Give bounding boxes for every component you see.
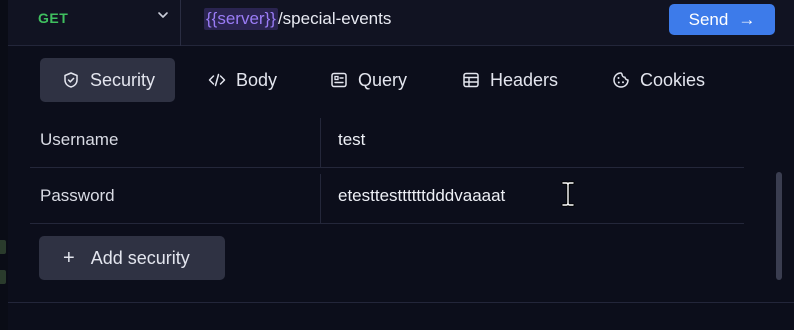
send-label: Send (688, 9, 729, 29)
text-cursor-icon (561, 181, 575, 207)
table-row: Password etesttesttttttdddvaaaat (30, 168, 744, 224)
tab-label: Security (90, 69, 156, 90)
url-variable: {{server}} (204, 8, 278, 30)
tab-body[interactable]: Body (208, 58, 277, 102)
add-security-button[interactable]: + Add security (39, 236, 225, 280)
table-icon (463, 72, 479, 88)
username-field[interactable]: test (338, 112, 365, 168)
code-icon (208, 73, 226, 87)
gutter-indicator (0, 270, 6, 284)
tab-label: Body (236, 69, 278, 90)
divider (180, 0, 181, 46)
shield-icon (64, 72, 78, 88)
query-icon (331, 72, 347, 88)
send-button[interactable]: Send → (669, 4, 775, 35)
password-field[interactable]: etesttesttttttdddvaaaat (338, 168, 505, 224)
column-divider (320, 118, 321, 168)
gutter-indicator (0, 240, 6, 254)
add-security-label: Add security (90, 247, 190, 268)
row-key[interactable]: Password (40, 168, 115, 224)
url-input[interactable]: {{server}}/special-events (204, 8, 391, 30)
arrow-right-icon: → (738, 9, 756, 29)
table-row: Username test (30, 112, 744, 168)
request-bar: GET {{server}}/special-events Send → (8, 0, 794, 46)
security-table: Username test Password etesttesttttttddd… (30, 112, 744, 224)
left-gutter (0, 0, 8, 330)
plus-icon: + (63, 247, 75, 269)
url-path: /special-events (277, 9, 392, 28)
cookie-icon (613, 72, 629, 88)
tab-security[interactable]: Security (40, 58, 176, 102)
tab-label: Cookies (640, 69, 706, 90)
scrollbar[interactable] (776, 172, 782, 280)
tab-label: Query (358, 69, 408, 90)
chevron-down-icon[interactable] (156, 8, 170, 22)
tab-query[interactable]: Query (330, 58, 407, 102)
row-key[interactable]: Username (40, 112, 118, 168)
method-selector[interactable]: GET (38, 10, 68, 26)
column-divider (320, 174, 321, 224)
tab-headers[interactable]: Headers (462, 58, 558, 102)
tab-cookies[interactable]: Cookies (612, 58, 705, 102)
tab-label: Headers (490, 69, 559, 90)
divider (8, 302, 794, 303)
